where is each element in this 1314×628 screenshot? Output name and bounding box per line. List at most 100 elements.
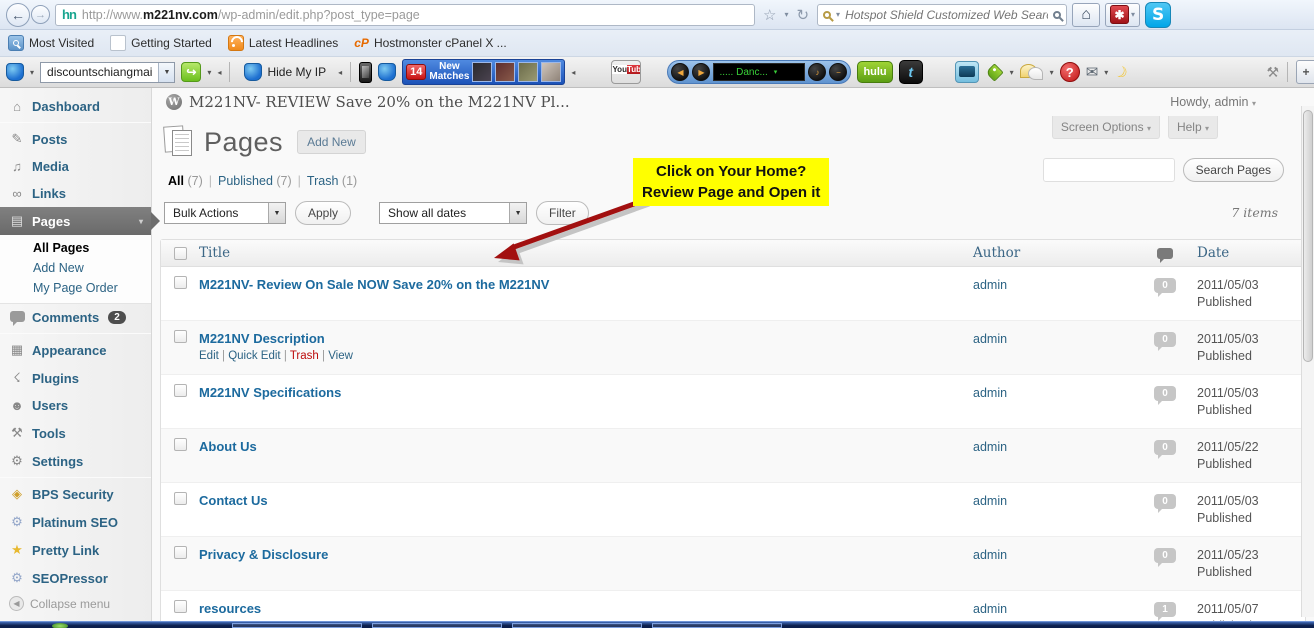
page-title-link[interactable]: M221NV- Review On Sale NOW Save 20% on t… [199, 276, 549, 292]
page-title-link[interactable]: M221NV Specifications [199, 384, 341, 400]
collapse-left-caret[interactable]: ◂ [217, 68, 221, 77]
sidebar-item-appearance[interactable]: ▦Appearance [0, 336, 151, 364]
column-author[interactable]: Author [973, 245, 1133, 261]
vertical-scrollbar[interactable] [1301, 106, 1314, 617]
select-all-checkbox[interactable] [174, 247, 187, 260]
bookmark-latest-headlines[interactable]: Latest Headlines [228, 35, 338, 51]
comment-count-bubble[interactable]: 0 [1154, 386, 1176, 401]
bookmark-hostmonster-cpanel[interactable]: cPHostmonster cPanel X ... [354, 36, 506, 50]
dates-filter-select[interactable]: Show all dates▼ [379, 202, 527, 224]
bookmark-most-visited[interactable]: Most Visited [8, 35, 94, 51]
comment-count-bubble[interactable]: 0 [1154, 332, 1176, 347]
bookmark-dropdown-caret[interactable]: ▾ [784, 10, 788, 19]
player-prev-icon[interactable]: ◀ [671, 63, 689, 81]
row-checkbox[interactable] [174, 492, 187, 505]
comment-count-bubble[interactable]: 1 [1154, 602, 1176, 617]
browser-search-box[interactable]: ▾ [817, 4, 1067, 26]
scrollbar-thumb[interactable] [1303, 110, 1313, 362]
column-title[interactable]: Title [199, 245, 973, 261]
help-icon[interactable]: ? [1060, 62, 1080, 82]
proxy-go-button[interactable]: ↪ [181, 62, 201, 82]
sidebar-item-media[interactable]: ♫Media [0, 153, 151, 180]
home-button[interactable]: ⌂ [1072, 3, 1100, 27]
bulk-actions-select[interactable]: Bulk Actions▼ [164, 202, 286, 224]
comment-count-bubble[interactable]: 0 [1154, 494, 1176, 509]
tag-caret[interactable]: ▾ [1010, 68, 1014, 77]
reload-icon[interactable]: ↻ [793, 6, 812, 24]
back-button[interactable]: ← [6, 3, 30, 27]
sidebar-item-bps-security[interactable]: ◈BPS Security [0, 480, 151, 508]
mail-icon[interactable]: ✉ [1086, 63, 1099, 81]
search-go-icon[interactable] [1053, 11, 1061, 19]
collapse-menu-button[interactable]: ◀Collapse menu [0, 592, 151, 615]
shield-icon[interactable] [378, 63, 396, 81]
hulu-icon[interactable]: hulu [857, 61, 892, 83]
sidebar-item-plugins[interactable]: ☇Plugins [0, 364, 151, 392]
comment-count-bubble[interactable]: 0 [1154, 278, 1176, 293]
row-action-edit[interactable]: Edit [199, 350, 219, 362]
sidebar-item-tools[interactable]: ⚒Tools [0, 419, 151, 447]
crescent-icon[interactable]: ☽ [1111, 61, 1131, 83]
row-checkbox[interactable] [174, 384, 187, 397]
comment-count-bubble[interactable]: 0 [1154, 548, 1176, 563]
add-new-button[interactable]: Add New [297, 130, 366, 154]
match-photo-thumbnail[interactable] [495, 62, 515, 82]
twitter-icon[interactable]: t [899, 60, 923, 84]
row-action-trash[interactable]: Trash [290, 350, 319, 362]
matches-caret[interactable]: ◂ [571, 68, 575, 77]
submenu-my-page-order[interactable]: My Page Order [0, 278, 151, 298]
author-link[interactable]: admin [973, 600, 1007, 616]
mail-caret[interactable]: ▾ [1104, 68, 1108, 77]
filter-all[interactable]: All [168, 174, 184, 188]
bookmark-getting-started[interactable]: Getting Started [110, 35, 212, 51]
sidebar-item-seopressor[interactable]: ⚙SEOPressor [0, 564, 151, 592]
row-action-quick-edit[interactable]: Quick Edit [228, 350, 280, 362]
author-link[interactable]: admin [973, 384, 1007, 400]
filter-published[interactable]: Published [218, 174, 273, 188]
sidebar-item-links[interactable]: ∞Links [0, 180, 151, 207]
search-pages-input[interactable] [1043, 158, 1175, 182]
row-checkbox[interactable] [174, 276, 187, 289]
wrench-icon[interactable]: ⚒ [1266, 64, 1279, 81]
sidebar-item-dashboard[interactable]: ⌂Dashboard [0, 93, 151, 120]
row-checkbox[interactable] [174, 600, 187, 613]
player-play-icon[interactable]: ▶ [692, 63, 710, 81]
author-link[interactable]: admin [973, 276, 1007, 292]
submenu-all-pages[interactable]: All Pages [0, 238, 151, 258]
hide-my-ip-button[interactable]: Hide My IP [238, 61, 332, 83]
media-player-widget[interactable]: ◀ ▶ ..... Danc...▾ ♪ − [667, 60, 851, 84]
search-pages-button[interactable]: Search Pages [1183, 158, 1284, 182]
match-photo-thumbnail[interactable] [472, 62, 492, 82]
player-display[interactable]: ..... Danc...▾ [713, 63, 805, 81]
dating-matches-widget[interactable]: 14 NewMatches [402, 59, 565, 85]
submenu-add-new[interactable]: Add New [0, 258, 151, 278]
author-link[interactable]: admin [973, 438, 1007, 454]
author-link[interactable]: admin [973, 546, 1007, 562]
page-title-link[interactable]: About Us [199, 438, 257, 454]
skype-button[interactable]: S [1145, 2, 1171, 28]
apply-button[interactable]: Apply [295, 201, 351, 225]
sidebar-item-pretty-link[interactable]: ★Pretty Link [0, 536, 151, 564]
select-caret-icon[interactable]: ▼ [509, 203, 526, 223]
search-engine-caret[interactable]: ▾ [836, 10, 840, 19]
sidebar-item-comments[interactable]: Comments2 [0, 304, 151, 331]
bubbles-caret[interactable]: ▾ [1050, 68, 1054, 77]
chat-bubbles-icon[interactable] [1020, 62, 1044, 82]
player-volume-icon[interactable]: ♪ [808, 63, 826, 81]
match-photo-thumbnail[interactable] [518, 62, 538, 82]
browser-search-input[interactable] [845, 8, 1048, 22]
page-title-link[interactable]: Contact Us [199, 492, 268, 508]
howdy-menu[interactable]: Howdy, admin ▾ [1170, 95, 1256, 109]
comment-count-bubble[interactable]: 0 [1154, 440, 1176, 455]
mobile-phone-icon[interactable] [359, 62, 372, 83]
shield-caret[interactable]: ▾ [30, 68, 34, 77]
submenu-toggle-caret[interactable]: ▾ [139, 217, 143, 226]
site-title-link[interactable]: WM221NV- REVIEW Save 20% on the M221NV P… [166, 93, 570, 111]
player-minimize-icon[interactable]: − [829, 63, 847, 81]
proxy-location-select[interactable]: discountschiangmai▼ [40, 62, 175, 83]
screen-options-tab[interactable]: Screen Options ▾ [1052, 116, 1160, 139]
help-tab[interactable]: Help ▾ [1168, 116, 1218, 139]
author-link[interactable]: admin [973, 492, 1007, 508]
deals-tag-icon[interactable] [985, 63, 1003, 81]
filter-trash[interactable]: Trash [307, 174, 339, 188]
